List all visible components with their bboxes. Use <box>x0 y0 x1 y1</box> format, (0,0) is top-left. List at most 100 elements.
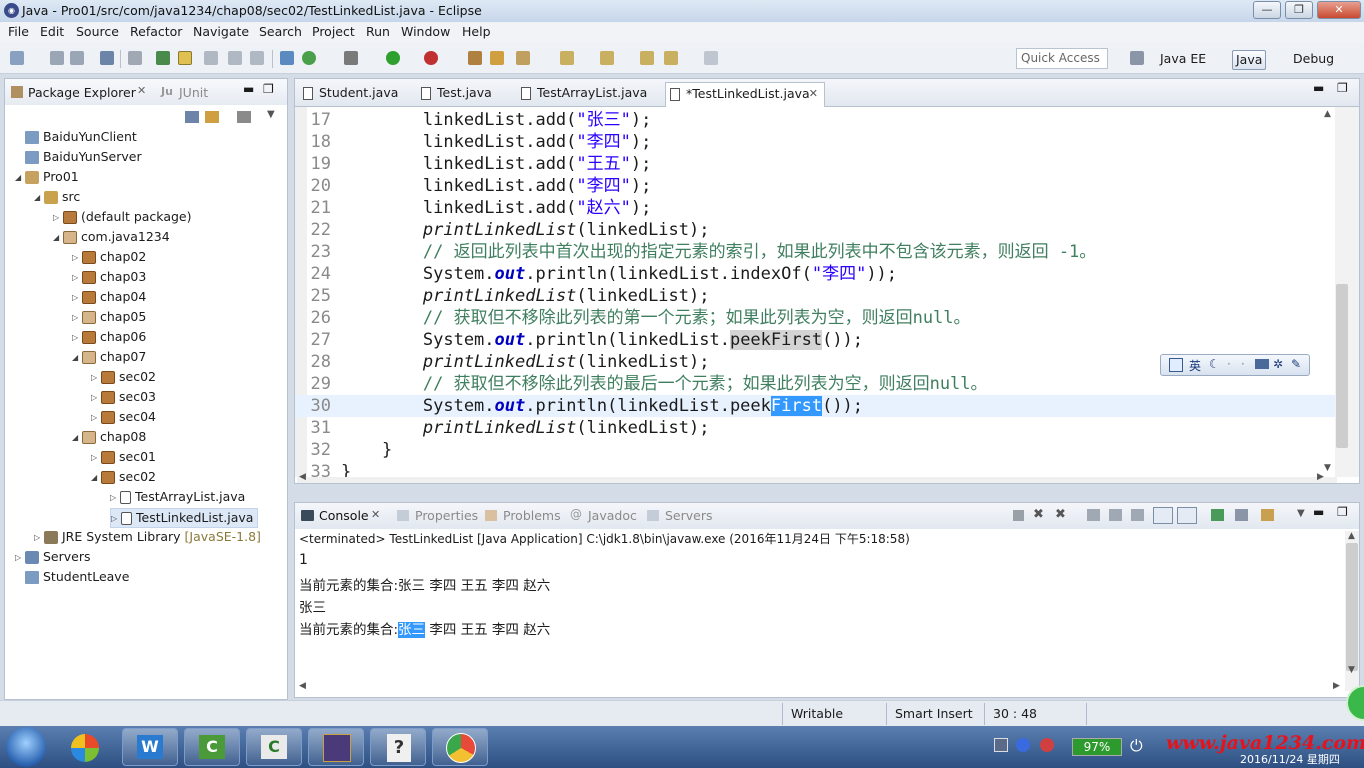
editor-scrollbar-thumb[interactable] <box>1336 284 1348 448</box>
maximize-view-icon[interactable]: ❐ <box>1337 81 1348 95</box>
power-plug-icon[interactable]: ⏻ <box>1130 736 1143 756</box>
refresh-icon[interactable] <box>302 51 316 65</box>
tab-junit[interactable]: JUnit <box>179 85 208 100</box>
terminate-icon[interactable] <box>1013 510 1024 521</box>
code-line[interactable]: 30 System.out.println(linkedList.peekFir… <box>295 395 1335 417</box>
code-line[interactable]: 17 linkedList.add("张三"); <box>295 109 1335 131</box>
external-tools-icon[interactable] <box>424 51 438 65</box>
open-type-icon[interactable] <box>156 51 170 65</box>
minimize-view-icon[interactable]: ▬ <box>243 82 254 96</box>
tree-item[interactable]: ▷ chap03 <box>72 268 146 288</box>
tree-item[interactable]: ▷ chap05 <box>72 308 146 328</box>
maximize-view-icon[interactable]: ❐ <box>1337 505 1348 519</box>
battery-indicator[interactable]: 97% <box>1072 738 1122 756</box>
taskbar-chrome-app[interactable] <box>432 728 488 766</box>
skip-breakpoints-icon[interactable] <box>128 51 142 65</box>
scroll-down-icon[interactable]: ▼ <box>1324 463 1331 473</box>
save-all-icon[interactable] <box>70 51 84 65</box>
punctuation-icon[interactable]: · <box>1227 357 1231 371</box>
code-line[interactable]: 22 printLinkedList(linkedList); <box>295 219 1335 241</box>
menu-help[interactable]: Help <box>462 24 491 39</box>
close-tab-icon[interactable]: ✕ <box>809 83 818 105</box>
toggle-block-icon[interactable] <box>204 51 218 65</box>
prev-annotation-icon[interactable] <box>600 51 614 65</box>
expand-toggle-icon[interactable]: ◢ <box>53 229 63 247</box>
expand-toggle-icon[interactable]: ▷ <box>15 549 25 567</box>
menu-source[interactable]: Source <box>76 24 119 39</box>
chevron-down-icon[interactable]: ▼ <box>1297 508 1305 519</box>
expand-toggle-icon[interactable]: ▷ <box>72 249 82 267</box>
pin-console-icon[interactable] <box>1211 509 1224 521</box>
ime-toolbar[interactable]: 英 ☾ · · ✲ ✎ <box>1160 354 1310 376</box>
new-package-icon[interactable] <box>468 51 482 65</box>
tree-item[interactable]: ▷ chap02 <box>72 248 146 268</box>
perspective-java[interactable]: Java <box>1232 50 1267 70</box>
scroll-down-icon[interactable]: ▼ <box>1348 665 1355 675</box>
moon-icon[interactable]: ☾ <box>1209 357 1220 371</box>
word-wrap-icon[interactable] <box>1131 509 1144 521</box>
chevron-down-icon[interactable]: ▼ <box>267 109 275 120</box>
tab-test-java[interactable]: Test.java <box>417 82 507 107</box>
editor-hscrollbar[interactable] <box>297 477 1337 483</box>
taskbar-eclipse-app[interactable] <box>308 728 364 766</box>
close-tab-icon[interactable]: ✕ <box>137 84 146 97</box>
tree-item[interactable]: ▷ Servers <box>15 548 91 568</box>
tree-item[interactable]: ▷ (default package) <box>53 208 191 228</box>
forward-icon[interactable] <box>704 51 718 65</box>
run-icon[interactable] <box>386 51 400 65</box>
expand-toggle-icon[interactable]: ◢ <box>15 169 25 187</box>
debug-icon[interactable] <box>344 51 358 65</box>
code-line[interactable]: 29 // 获取但不移除此列表的最后一个元素；如果此列表为空，则返回null。 <box>295 373 1335 395</box>
minimize-view-icon[interactable]: ▬ <box>1313 81 1324 95</box>
expand-toggle-icon[interactable]: ▷ <box>91 449 101 467</box>
expand-toggle-icon[interactable]: ▷ <box>72 289 82 307</box>
expand-toggle-icon[interactable]: ▷ <box>34 529 44 547</box>
menu-navigate[interactable]: Navigate <box>193 24 249 39</box>
scroll-lock-icon[interactable] <box>1109 509 1122 521</box>
tree-item[interactable]: ◢ Pro01 <box>15 168 79 188</box>
tree-item[interactable]: ▷ sec03 <box>91 388 156 408</box>
expand-toggle-icon[interactable]: ▷ <box>72 329 82 347</box>
expand-toggle-icon[interactable]: ▷ <box>110 489 120 507</box>
menu-run[interactable]: Run <box>366 24 390 39</box>
scroll-left-icon[interactable]: ◀ <box>299 681 306 691</box>
tab-problems[interactable]: Problems <box>503 508 561 523</box>
open-perspective-icon[interactable] <box>1130 51 1144 65</box>
minimize-view-icon[interactable]: ▬ <box>1313 505 1324 519</box>
maximize-button[interactable]: ❐ <box>1285 1 1313 19</box>
expand-toggle-icon[interactable]: ▷ <box>91 409 101 427</box>
open-folder-icon[interactable] <box>490 51 504 65</box>
tab-servers[interactable]: Servers <box>665 508 713 523</box>
expand-toggle-icon[interactable]: ◢ <box>34 189 44 207</box>
perspective-debug[interactable]: Debug <box>1293 50 1334 70</box>
ime-settings-icon[interactable]: ✲ <box>1273 357 1283 371</box>
view-menu-icon[interactable] <box>237 111 251 123</box>
server-icon[interactable] <box>280 51 294 65</box>
tree-item[interactable]: ▷ sec04 <box>91 408 156 428</box>
tab-properties[interactable]: Properties <box>415 508 478 523</box>
expand-toggle-icon[interactable]: ▷ <box>72 309 82 327</box>
menu-search[interactable]: Search <box>259 24 302 39</box>
show-on-stdout-icon[interactable] <box>1153 507 1173 524</box>
tree-item[interactable]: ◢ com.java1234 <box>53 228 170 248</box>
taskbar-help-app[interactable]: ? <box>370 728 426 766</box>
open-console-icon[interactable] <box>1261 509 1274 521</box>
tree-item[interactable]: StudentLeave <box>15 568 129 588</box>
code-line[interactable]: 24 System.out.println(linkedList.indexOf… <box>295 263 1335 285</box>
console-scrollbar-thumb[interactable] <box>1346 543 1358 671</box>
windows-icon-app[interactable] <box>58 728 114 766</box>
tree-item[interactable]: ▷ chap06 <box>72 328 146 348</box>
scroll-left-icon[interactable]: ◀ <box>299 472 306 482</box>
tree-item[interactable]: ◢ chap08 <box>72 428 146 448</box>
code-area[interactable]: 17 linkedList.add("张三"); 18 linkedList.ad… <box>295 109 1335 477</box>
tree-item[interactable]: ▷ sec01 <box>91 448 156 468</box>
tree-item[interactable]: ◢ chap07 <box>72 348 146 368</box>
code-line[interactable]: 23 // 返回此列表中首次出现的指定元素的索引，如果此列表中不包含该元素，则返… <box>295 241 1335 263</box>
link-editor-icon[interactable] <box>205 111 219 123</box>
taskbar-camtasia-recorder-app[interactable]: C <box>246 728 302 766</box>
perspective-java-ee[interactable]: Java EE <box>1160 50 1206 70</box>
expand-toggle-icon[interactable]: ▷ <box>91 389 101 407</box>
print-icon[interactable] <box>100 51 114 65</box>
tray-alert-icon[interactable] <box>1040 738 1054 752</box>
show-on-stderr-icon[interactable] <box>1177 507 1197 524</box>
